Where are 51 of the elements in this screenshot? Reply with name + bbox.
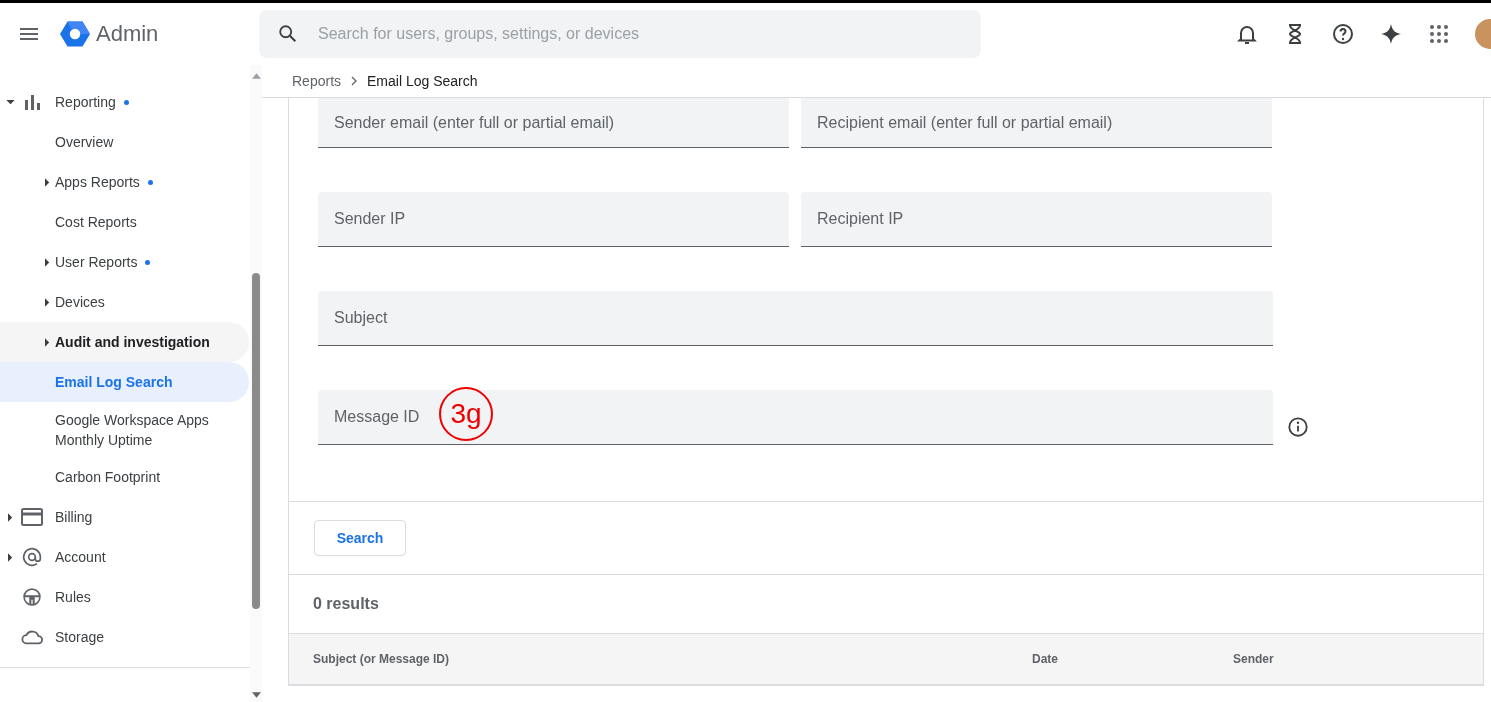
annotation-circle: 3g bbox=[439, 387, 493, 441]
sidebar-item[interactable]: User Reports bbox=[0, 242, 249, 282]
input-field[interactable]: Recipient email (enter full or partial email) bbox=[801, 98, 1272, 148]
sidebar-item[interactable]: Rules bbox=[0, 577, 249, 617]
notification-dot bbox=[145, 259, 151, 265]
sidebar-item[interactable]: Storage bbox=[0, 617, 249, 657]
caret-icon[interactable] bbox=[45, 177, 50, 187]
breadcrumb-current: Email Log Search bbox=[367, 73, 478, 89]
hexagon-logo-icon bbox=[60, 19, 90, 49]
notification-dot bbox=[147, 179, 153, 185]
sidebar-item[interactable]: Overview bbox=[0, 122, 249, 162]
caret-icon[interactable] bbox=[45, 297, 50, 307]
input-field[interactable]: Sender IP bbox=[318, 192, 789, 247]
chevron-right-icon bbox=[351, 76, 358, 86]
scroll-down-icon[interactable] bbox=[251, 692, 261, 698]
at-sign-icon bbox=[21, 547, 43, 567]
search-icon bbox=[277, 23, 299, 45]
sidebar-item[interactable]: Carbon Footprint bbox=[0, 457, 249, 497]
input-field[interactable]: Subject bbox=[318, 291, 1273, 346]
caret-icon[interactable] bbox=[8, 512, 13, 522]
apps-grid-icon[interactable] bbox=[1427, 22, 1451, 46]
caret-icon[interactable] bbox=[6, 99, 15, 105]
sidebar-item[interactable]: Cost Reports bbox=[0, 202, 249, 242]
caret-icon[interactable] bbox=[45, 337, 50, 347]
sidebar-item[interactable]: Audit and investigation bbox=[0, 322, 249, 362]
sidebar-item[interactable]: Email Log Search bbox=[0, 362, 249, 402]
search-bar[interactable]: Search for users, groups, settings, or devices bbox=[259, 10, 981, 58]
sidebar-item[interactable]: Billing bbox=[0, 497, 249, 537]
app-title: Admin bbox=[96, 21, 159, 47]
sidebar-item[interactable]: Google Workspace Apps Monthly Uptime bbox=[0, 402, 249, 457]
column-header[interactable]: Sender bbox=[1233, 652, 1274, 666]
help-icon[interactable] bbox=[1331, 22, 1355, 46]
credit-card-icon bbox=[21, 507, 43, 527]
notification-dot bbox=[123, 99, 129, 105]
steering-wheel-icon bbox=[21, 587, 43, 607]
sidebar-item[interactable]: Reporting bbox=[0, 82, 249, 122]
column-header[interactable]: Date bbox=[1032, 652, 1233, 666]
breadcrumb-link[interactable]: Reports bbox=[292, 73, 342, 89]
sidebar-item[interactable]: Apps Reports bbox=[0, 162, 249, 202]
input-field[interactable]: Sender email (enter full or partial email) bbox=[318, 98, 789, 148]
menu-icon[interactable] bbox=[20, 28, 38, 40]
sidebar-item[interactable]: Account bbox=[0, 537, 249, 577]
caret-icon[interactable] bbox=[8, 552, 13, 562]
info-icon[interactable] bbox=[1287, 416, 1309, 438]
input-field[interactable]: Recipient IP bbox=[801, 192, 1272, 247]
column-header[interactable]: Subject (or Message ID) bbox=[313, 652, 1032, 666]
search-field[interactable]: Search for users, groups, settings, or devices bbox=[316, 24, 981, 44]
search-button[interactable]: Search bbox=[314, 520, 406, 556]
sidebar-item[interactable]: Devices bbox=[0, 282, 249, 322]
scrollbar-thumb[interactable] bbox=[252, 273, 260, 609]
caret-icon[interactable] bbox=[45, 257, 50, 267]
